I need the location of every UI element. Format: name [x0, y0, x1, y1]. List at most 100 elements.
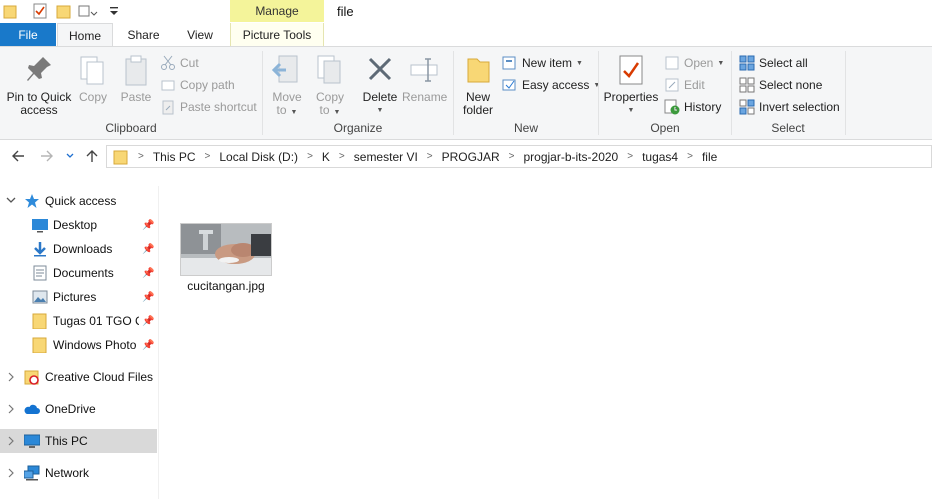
breadcrumb-separator-icon[interactable]: >	[427, 151, 433, 162]
chevron-down-icon[interactable]	[6, 195, 16, 207]
open-button[interactable]: Open ▼	[664, 53, 724, 73]
tab-share[interactable]: Share	[116, 23, 171, 46]
pin-icon[interactable]: 📌	[142, 292, 154, 303]
move-to-button[interactable]: Move to ▼	[268, 53, 306, 119]
pin-icon[interactable]: 📌	[142, 220, 154, 231]
properties-icon[interactable]	[32, 3, 48, 19]
star-icon	[24, 193, 40, 209]
cut-label: Cut	[180, 56, 199, 70]
nav-creative-cloud-files[interactable]: Creative Cloud Files	[0, 365, 157, 389]
rename-icon[interactable]	[78, 3, 98, 19]
forward-arrow-icon[interactable]	[38, 146, 56, 166]
properties-button[interactable]: Properties ▼	[603, 53, 659, 117]
easy-access-label: Easy access	[522, 78, 590, 92]
select-all-button[interactable]: Select all	[739, 53, 808, 73]
nav-tugas-folder[interactable]: Tugas 01 TGO C ( 📌	[0, 309, 157, 333]
paste-button[interactable]: Paste	[118, 53, 154, 104]
tab-home[interactable]: Home	[57, 23, 113, 47]
new-folder-icon[interactable]	[56, 3, 72, 19]
breadcrumb-separator-icon[interactable]: >	[339, 151, 345, 162]
copy-button[interactable]: Copy	[76, 53, 110, 104]
new-item-icon	[502, 55, 518, 71]
tab-view[interactable]: View	[173, 23, 227, 46]
breadcrumb-item[interactable]: This PC	[153, 150, 196, 164]
open-dropdown-icon: ▼	[717, 59, 725, 67]
nav-this-pc[interactable]: This PC	[0, 429, 157, 453]
breadcrumb-item[interactable]: K	[322, 150, 330, 164]
cut-button[interactable]: Cut	[160, 53, 199, 73]
paste-shortcut-label: Paste shortcut	[180, 100, 257, 114]
pin-to-quick-access-button[interactable]: Pin to Quick access	[5, 53, 73, 117]
scissors-icon	[160, 55, 176, 71]
open-icon	[664, 55, 680, 71]
nav-pictures[interactable]: Pictures 📌	[0, 285, 157, 309]
recent-locations-chevron-icon[interactable]	[63, 146, 77, 166]
nav-desktop[interactable]: Desktop 📌	[0, 213, 157, 237]
breadcrumb-separator-icon[interactable]: >	[627, 151, 633, 162]
delete-dropdown-icon: ▼	[376, 107, 384, 114]
navigation-pane: Quick access Desktop 📌 Downloads 📌 Docum…	[0, 186, 157, 499]
breadcrumb-separator-icon[interactable]: >	[307, 151, 313, 162]
pin-icon[interactable]: 📌	[142, 316, 154, 327]
pin-icon[interactable]: 📌	[142, 268, 154, 279]
invert-selection-button[interactable]: Invert selection	[739, 97, 840, 117]
tab-file[interactable]: File	[0, 23, 56, 46]
nav-network[interactable]: Network	[0, 461, 157, 485]
clipboard-group-label: Clipboard	[105, 121, 157, 135]
nav-documents[interactable]: Documents 📌	[0, 261, 157, 285]
breadcrumb-separator-icon[interactable]: >	[687, 151, 693, 162]
customize-quick-access-icon[interactable]	[108, 3, 124, 19]
breadcrumb-separator-icon[interactable]: >	[205, 151, 211, 162]
invert-selection-icon	[739, 99, 755, 115]
rename-button[interactable]: Rename	[402, 53, 447, 104]
up-arrow-icon[interactable]	[83, 146, 101, 166]
chevron-right-icon[interactable]	[6, 436, 16, 448]
nav-windows-photo[interactable]: Windows Photo 📌	[0, 333, 157, 357]
breadcrumb-item[interactable]: PROGJAR	[442, 150, 500, 164]
tab-picture-tools[interactable]: Picture Tools	[230, 23, 324, 46]
open-label: Open	[684, 56, 714, 70]
chevron-right-icon[interactable]	[6, 404, 16, 416]
nav-quick-access[interactable]: Quick access	[0, 189, 157, 213]
ribbon-tabs: File Home Share View Picture Tools	[0, 23, 932, 47]
new-folder-label-line2: folder	[462, 103, 494, 117]
open-group-label: Open	[650, 121, 680, 135]
file-item[interactable]: cucitangan.jpg	[179, 222, 273, 297]
breadcrumb-item[interactable]: tugas4	[642, 150, 678, 164]
history-button[interactable]: History	[664, 97, 721, 117]
nav-onedrive[interactable]: OneDrive	[0, 397, 157, 421]
copy-to-button[interactable]: Copy to ▼	[311, 53, 349, 119]
breadcrumb-item[interactable]: progjar-b-its-2020	[524, 150, 619, 164]
back-arrow-icon[interactable]	[9, 146, 27, 166]
breadcrumb-item[interactable]: semester VI	[354, 150, 418, 164]
manage-context-header: Manage	[230, 0, 324, 22]
new-folder-button[interactable]: New folder	[458, 53, 498, 117]
delete-button[interactable]: Delete ▼	[360, 53, 400, 117]
window-title: file	[337, 4, 354, 19]
nav-downloads[interactable]: Downloads 📌	[0, 237, 157, 261]
pane-divider[interactable]	[158, 186, 159, 499]
chevron-right-icon[interactable]	[6, 468, 16, 480]
pin-icon[interactable]: 📌	[142, 244, 154, 255]
paste-shortcut-button[interactable]: Paste shortcut	[160, 97, 257, 117]
address-bar[interactable]: > This PC > Local Disk (D:) > K > semest…	[106, 145, 932, 168]
new-item-button[interactable]: New item ▼	[502, 53, 583, 73]
nav-label: Quick access	[45, 194, 117, 208]
download-arrow-icon	[32, 241, 48, 257]
copy-path-button[interactable]: Copy path	[160, 75, 235, 95]
computer-icon	[23, 433, 41, 449]
select-none-icon	[739, 77, 755, 93]
folder-icon[interactable]	[3, 3, 19, 19]
pin-icon	[23, 53, 55, 87]
select-none-button[interactable]: Select none	[739, 75, 822, 95]
chevron-right-icon[interactable]	[6, 372, 16, 384]
select-all-label: Select all	[759, 56, 808, 70]
breadcrumb-item[interactable]: file	[702, 150, 717, 164]
breadcrumb-separator-icon[interactable]: >	[509, 151, 515, 162]
pin-icon[interactable]: 📌	[142, 340, 154, 351]
paste-icon	[120, 53, 152, 87]
easy-access-button[interactable]: Easy access ▼	[502, 75, 600, 95]
paste-label: Paste	[120, 90, 152, 104]
edit-button[interactable]: Edit	[664, 75, 705, 95]
breadcrumb-item[interactable]: Local Disk (D:)	[219, 150, 298, 164]
